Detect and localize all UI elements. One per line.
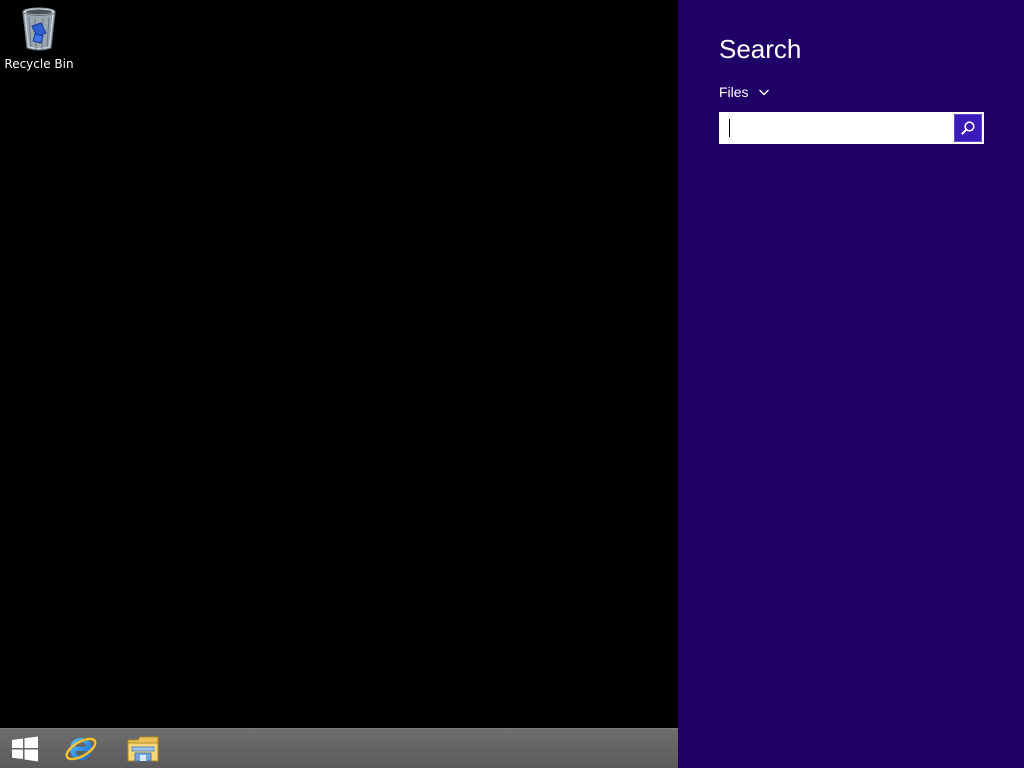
search-scope-dropdown[interactable]: Files xyxy=(719,82,770,102)
taskbar-file-explorer[interactable] xyxy=(115,729,171,768)
taskbar-internet-explorer[interactable] xyxy=(53,729,109,768)
search-icon xyxy=(961,121,975,135)
desktop-icon-label: Recycle Bin xyxy=(4,57,74,71)
search-title: Search xyxy=(719,34,802,64)
search-charm-pane: Search Files xyxy=(678,0,1024,768)
windows-start-icon xyxy=(12,736,38,762)
search-box xyxy=(719,112,984,144)
search-button[interactable] xyxy=(954,114,982,142)
file-explorer-icon xyxy=(127,736,159,762)
text-caret xyxy=(729,119,730,137)
search-scope-label: Files xyxy=(719,84,749,100)
start-button[interactable] xyxy=(0,729,50,768)
desktop[interactable]: Recycle Bin xyxy=(0,0,678,728)
recycle-bin-icon xyxy=(22,7,56,51)
search-input[interactable] xyxy=(719,112,952,144)
chevron-down-icon xyxy=(758,89,769,96)
internet-explorer-icon xyxy=(65,737,97,761)
desktop-icon-recycle-bin[interactable]: Recycle Bin xyxy=(4,6,74,76)
screen: Recycle Bin Search Files xyxy=(0,0,1024,768)
taskbar xyxy=(0,728,678,768)
